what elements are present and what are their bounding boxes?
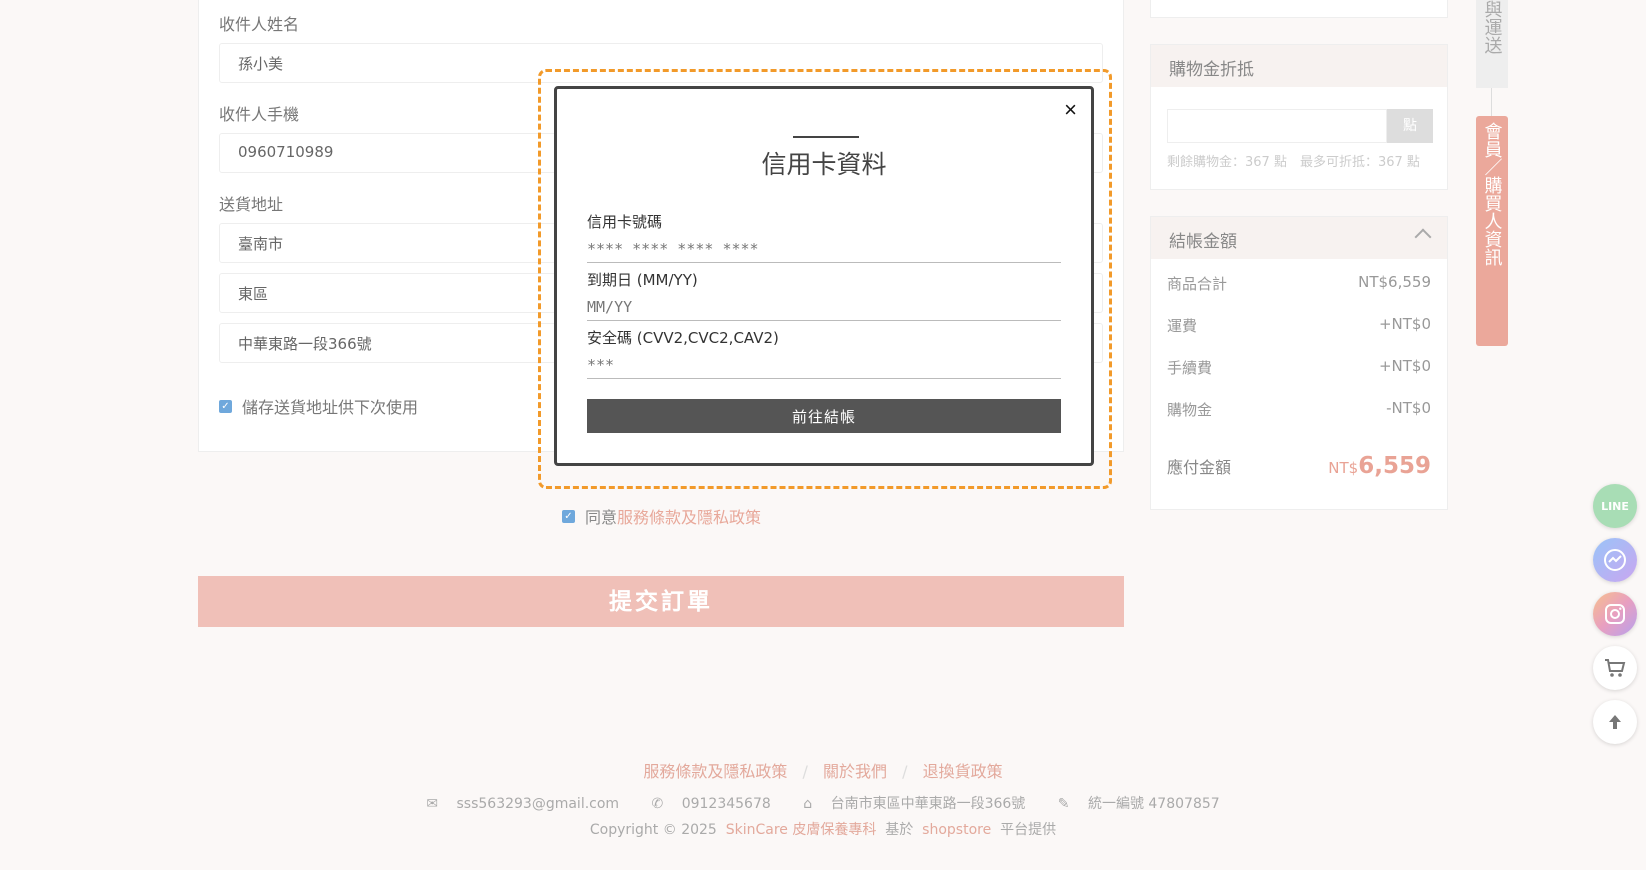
back-to-top-button[interactable] [1593, 700, 1637, 744]
terms-link[interactable]: 服務條款及隱私政策 [617, 504, 761, 528]
recipient-name-label: 收件人姓名 [219, 15, 300, 34]
footer-address-text: 台南市東區中華東路一段366號 [830, 796, 1026, 812]
footer-email[interactable]: ✉ sss563293@gmail.com [419, 796, 626, 812]
mail-icon: ✉ [426, 796, 439, 812]
check-icon: ✓ [562, 509, 575, 523]
summary-row: 購物金 -NT$0 [1167, 399, 1431, 420]
expiry-input[interactable] [587, 293, 1061, 321]
total-label: 應付金額 [1167, 458, 1232, 477]
summary-row-label: 購物金 [1167, 401, 1213, 419]
copyright-suffix: 平台提供 [1000, 822, 1057, 838]
footer-links: 服務條款及隱私政策 / 關於我們 / 退換貨政策 [0, 758, 1646, 782]
discount-panel: 購物金折抵 點 剩餘購物金：367 點 最多可折抵：367 點 [1150, 44, 1448, 190]
summary-row-value: -NT$0 [1386, 399, 1431, 417]
submit-order-button[interactable]: 提交訂單 [198, 576, 1124, 627]
card-number-input[interactable] [587, 235, 1061, 263]
summary-row: 商品合計 NT$6,559 [1167, 273, 1431, 294]
title-bar-decoration [793, 136, 859, 138]
summary-row-label: 商品合計 [1167, 275, 1228, 293]
messenger-icon [1604, 549, 1626, 571]
footer-link-about[interactable]: 關於我們 [823, 762, 887, 781]
total-row: 應付金額 NT$6,559 [1167, 453, 1431, 479]
save-address-label: 儲存送貨地址供下次使用 [242, 398, 419, 417]
footer-phone-text: 0912345678 [681, 796, 771, 812]
agree-prefix: 同意 [585, 508, 618, 527]
credit-card-modal: × 信用卡資料 信用卡號碼 到期日 (MM/YY) 安全碼 (CVV2,CVC2… [554, 86, 1094, 466]
footer-link-terms[interactable]: 服務條款及隱私政策 [643, 762, 787, 781]
save-address-checkbox[interactable]: ✓ 儲存送貨地址供下次使用 [219, 394, 418, 418]
summary-row-value: +NT$0 [1378, 315, 1431, 333]
home-icon: ⌂ [803, 796, 813, 812]
summary-row: 運費 +NT$0 [1167, 315, 1431, 336]
check-icon: ✓ [219, 399, 232, 413]
copyright-brand[interactable]: SkinCare 皮膚保養專科 [726, 822, 877, 838]
footer-phone[interactable]: ✆ 0912345678 [645, 796, 778, 812]
shipping-side-tab[interactable]: 與運送 [1476, 0, 1508, 88]
cart-icon [1605, 659, 1626, 677]
footer-email-text: sss563293@gmail.com [456, 796, 620, 812]
instagram-button[interactable] [1593, 592, 1637, 636]
summary-row-label: 運費 [1167, 317, 1198, 335]
discount-title: 購物金折抵 [1151, 45, 1447, 87]
line-button[interactable]: LINE [1593, 484, 1637, 528]
footer-link-returns[interactable]: 退換貨政策 [923, 762, 1003, 781]
footer-tax-id-text: 統一編號 47807857 [1087, 796, 1220, 812]
arrow-up-icon [1609, 715, 1621, 729]
phone-icon: ✆ [651, 796, 664, 812]
summary-header[interactable]: 結帳金額 [1151, 217, 1447, 259]
summary-row-label: 手續費 [1167, 359, 1213, 377]
discount-input[interactable] [1167, 109, 1387, 143]
footer-tax-id: ✎ 統一編號 47807857 [1051, 796, 1227, 812]
cvv-input[interactable] [587, 351, 1061, 379]
cart-button[interactable] [1593, 646, 1637, 690]
footer-contact: ✉ sss563293@gmail.com ✆ 0912345678 ⌂ 台南市… [0, 793, 1646, 813]
chevron-up-icon [1414, 228, 1432, 246]
pencil-icon: ✎ [1057, 796, 1070, 812]
footer-address: ⌂ 台南市東區中華東路一段366號 [796, 796, 1032, 812]
line-icon: LINE [1601, 499, 1629, 513]
card-number-label: 信用卡號碼 [587, 213, 663, 231]
total-value: NT$6,559 [1328, 453, 1431, 479]
summary-title: 結帳金額 [1169, 232, 1237, 252]
expiry-label: 到期日 (MM/YY) [587, 271, 698, 289]
footer-separator: / [902, 762, 908, 781]
modal-title: 信用卡資料 [761, 150, 887, 179]
summary-row-value: NT$6,559 [1358, 273, 1431, 291]
recipient-phone-label: 收件人手機 [219, 105, 300, 124]
total-currency: NT$ [1328, 459, 1359, 477]
copyright-platform[interactable]: shopstore [922, 822, 991, 838]
side-tab-connector [1491, 88, 1492, 116]
agree-terms-checkbox[interactable]: ✓ 同意 服務條款及隱私政策 [562, 504, 761, 528]
instagram-icon [1605, 604, 1625, 624]
member-side-tab-label: 會員／購買人資訊 [1481, 122, 1503, 266]
cvv-label: 安全碼 (CVV2,CVC2,CAV2) [587, 329, 779, 347]
total-amount: 6,559 [1358, 453, 1431, 479]
summary-row: 手續費 +NT$0 [1167, 357, 1431, 378]
copyright-prefix: Copyright © 2025 [589, 822, 717, 838]
right-top-card [1150, 0, 1448, 18]
proceed-checkout-button[interactable]: 前往結帳 [587, 399, 1061, 433]
discount-apply-button[interactable]: 點 [1387, 109, 1433, 143]
copyright-mid: 基於 [885, 822, 914, 838]
close-button[interactable]: × [1064, 97, 1077, 123]
member-side-tab[interactable]: 會員／購買人資訊 [1476, 116, 1508, 346]
address-label: 送貨地址 [219, 195, 284, 214]
summary-panel: 結帳金額 商品合計 NT$6,559 運費 +NT$0 手續費 +NT$0 購物… [1150, 216, 1448, 510]
summary-row-value: +NT$0 [1378, 357, 1431, 375]
footer-separator: / [802, 762, 808, 781]
messenger-button[interactable] [1593, 538, 1637, 582]
discount-note: 剩餘購物金：367 點 最多可折抵：367 點 [1167, 155, 1420, 170]
shipping-side-tab-label: 與運送 [1481, 0, 1503, 54]
footer-copyright: Copyright © 2025 SkinCare 皮膚保養專科 基於 shop… [0, 819, 1646, 839]
